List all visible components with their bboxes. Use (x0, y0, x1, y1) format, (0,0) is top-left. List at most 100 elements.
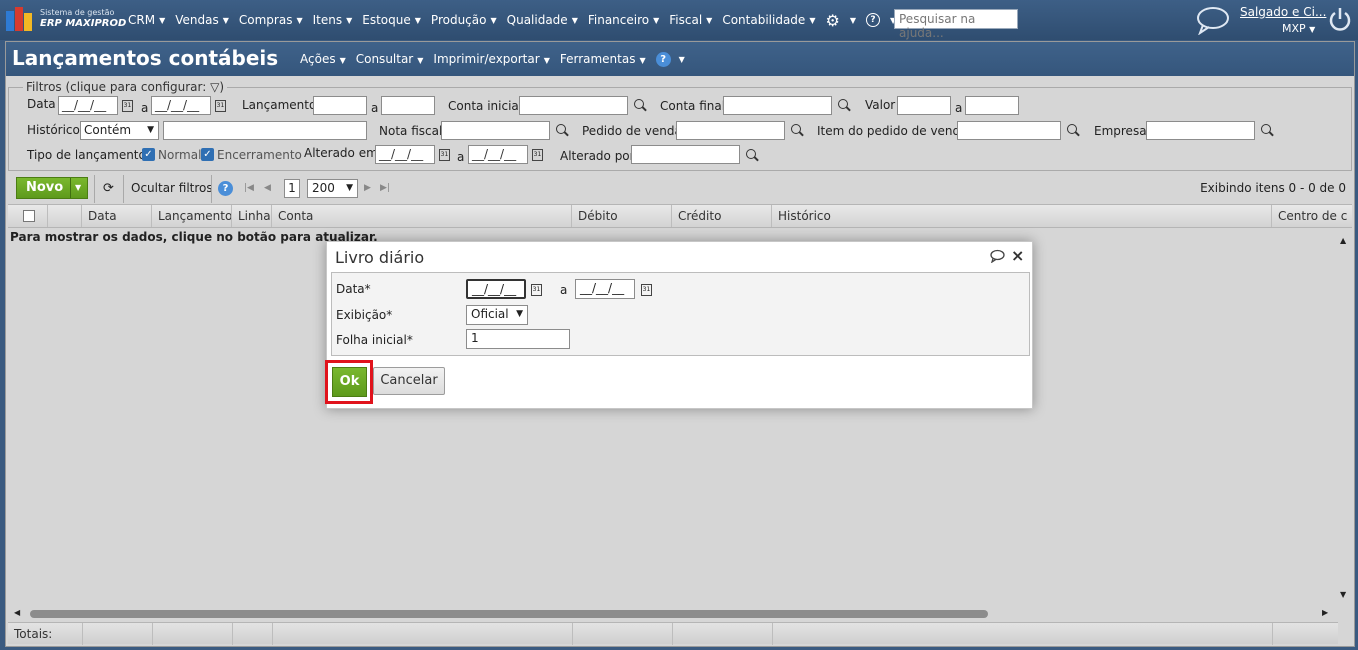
calendar-icon[interactable]: 31 (641, 284, 652, 296)
filter-tipo-normal-checkbox[interactable]: ✓ (142, 148, 155, 161)
filter-lancamento-start[interactable] (313, 96, 367, 115)
settings-menu[interactable]: ⚙ ▼ (825, 11, 856, 30)
help-menu[interactable]: ?▼ (865, 13, 896, 27)
search-icon[interactable] (838, 99, 848, 109)
ok-button[interactable]: Ok (332, 367, 367, 397)
new-button[interactable]: Novo ▼ (16, 177, 88, 199)
prev-page-icon[interactable]: ◀ (264, 183, 271, 193)
nav-compras[interactable]: Compras ▼ (239, 13, 303, 27)
nav-vendas[interactable]: Vendas ▼ (175, 13, 229, 27)
scroll-left-icon[interactable]: ◀ (14, 608, 20, 617)
dialog-data-end-input[interactable]: __/__/__ (575, 279, 635, 299)
column-conta[interactable]: Conta (272, 205, 572, 227)
filter-pedido-venda-input[interactable] (676, 121, 785, 140)
dialog-exibicao-select[interactable]: Oficial ▼ (466, 305, 528, 325)
scroll-up-icon[interactable]: ▲ (1340, 236, 1346, 245)
search-icon[interactable] (746, 149, 756, 159)
page-header: Lançamentos contábeis Ações ▼ Consultar ▼ … (6, 42, 1354, 76)
filters-legend[interactable]: Filtros (clique para configurar: ▽) (23, 80, 228, 94)
dialog-data-start-input[interactable]: __/__/__ (466, 279, 526, 299)
filter-nota-fiscal-input[interactable] (441, 121, 550, 140)
search-icon[interactable] (556, 124, 566, 134)
calendar-icon[interactable]: 31 (531, 284, 542, 296)
menu-imprimir-exportar[interactable]: Imprimir/exportar ▼ (433, 52, 549, 66)
filter-tipo-label: Tipo de lançamento (27, 148, 146, 162)
cancel-button[interactable]: Cancelar (373, 367, 445, 395)
close-icon[interactable]: × (1011, 246, 1024, 265)
maxiprod-logo-icon[interactable] (6, 7, 36, 31)
filter-funnel-icon[interactable]: ▽ (210, 80, 219, 94)
help-caret-icon[interactable]: ▼ (679, 55, 685, 64)
nav-fiscal[interactable]: Fiscal ▼ (669, 13, 712, 27)
calendar-icon[interactable]: 31 (439, 149, 450, 161)
refresh-icon[interactable]: ⟳ (103, 181, 114, 196)
search-icon[interactable] (1261, 124, 1271, 134)
totals-label: Totais: (14, 627, 53, 641)
filter-conta-inicial-input[interactable] (519, 96, 628, 115)
calendar-icon[interactable]: 31 (532, 149, 543, 161)
filter-alterado-em-end[interactable]: __/__/__ (468, 145, 528, 164)
next-page-icon[interactable]: ▶ (364, 183, 371, 193)
column-centro-custo[interactable]: Centro de c (1272, 205, 1352, 227)
column-linha[interactable]: Linha (232, 205, 272, 227)
nav-contabilidade[interactable]: Contabilidade ▼ (722, 13, 815, 27)
help-search-input[interactable]: Pesquisar na ajuda... (894, 9, 1018, 40)
nav-qualidade[interactable]: Qualidade ▼ (507, 13, 578, 27)
dialog-chat-icon[interactable] (989, 249, 1005, 263)
filter-alterado-em-start[interactable]: __/__/__ (375, 145, 435, 164)
filter-lancamento-end[interactable] (381, 96, 435, 115)
user-menu-link[interactable]: Salgado e Ci... (1240, 5, 1326, 19)
nav-financeiro[interactable]: Financeiro ▼ (588, 13, 659, 27)
filter-valor-end[interactable] (965, 96, 1019, 115)
grid-header: Data Lançamento Linha Conta Débito Crédi… (8, 204, 1352, 228)
dialog-folha-input[interactable]: 1 (466, 329, 570, 349)
filter-data-start[interactable]: __/__/__ (58, 96, 118, 115)
select-all-cell (8, 205, 48, 227)
filter-conta-final-input[interactable] (723, 96, 832, 115)
grid-help-icon[interactable]: ? (218, 181, 233, 196)
nav-itens[interactable]: Itens ▼ (313, 13, 353, 27)
filter-valor-a: a (955, 101, 963, 115)
search-icon[interactable] (791, 124, 801, 134)
nav-producao[interactable]: Produção ▼ (431, 13, 497, 27)
page-number-input[interactable]: 1 (284, 179, 300, 198)
search-icon[interactable] (634, 99, 644, 109)
filter-empresa-input[interactable] (1146, 121, 1255, 140)
filter-data-end[interactable]: __/__/__ (151, 96, 211, 115)
filters-fieldset: Filtros (clique para configurar: ▽) Data… (8, 80, 1352, 171)
scroll-down-icon[interactable]: ▼ (1340, 590, 1346, 599)
select-all-checkbox[interactable] (23, 210, 35, 222)
scrollbar-thumb[interactable] (30, 610, 988, 618)
last-page-icon[interactable]: ▶| (380, 183, 390, 193)
menu-consultar[interactable]: Consultar ▼ (356, 52, 424, 66)
filter-valor-start[interactable] (897, 96, 951, 115)
page-help-icon[interactable]: ? (655, 51, 671, 67)
filter-historico-mode-select[interactable]: Contém ▼ (80, 121, 159, 140)
nav-crm[interactable]: CRM ▼ (128, 13, 165, 27)
totals-row: Totais: (8, 622, 1338, 645)
column-data[interactable]: Data (82, 205, 152, 227)
power-icon[interactable] (1328, 6, 1352, 32)
hide-filters-button[interactable]: Ocultar filtros (131, 181, 213, 195)
column-lancamento[interactable]: Lançamento (152, 205, 232, 227)
filter-historico-input[interactable] (163, 121, 367, 140)
company-selector[interactable]: MXP ▼ (1282, 22, 1315, 35)
scroll-right-icon[interactable]: ▶ (1322, 608, 1328, 617)
filter-item-pedido-input[interactable] (957, 121, 1061, 140)
column-historico[interactable]: Histórico (772, 205, 1272, 227)
nav-estoque[interactable]: Estoque ▼ (362, 13, 421, 27)
page-size-select[interactable]: 200 ▼ (307, 179, 358, 198)
first-page-icon[interactable]: |◀ (244, 183, 254, 193)
calendar-icon[interactable]: 31 (215, 100, 226, 112)
column-credito[interactable]: Crédito (672, 205, 772, 227)
filter-tipo-encerramento-checkbox[interactable]: ✓ (201, 148, 214, 161)
ok-button-highlight: Ok (325, 360, 373, 404)
menu-acoes[interactable]: Ações ▼ (300, 52, 346, 66)
column-debito[interactable]: Débito (572, 205, 672, 227)
chat-icon[interactable] (1194, 5, 1230, 35)
horizontal-scrollbar[interactable]: ◀ ▶ (8, 608, 1338, 620)
filter-alterado-por-input[interactable] (631, 145, 740, 164)
search-icon[interactable] (1067, 124, 1077, 134)
menu-ferramentas[interactable]: Ferramentas ▼ (560, 52, 646, 66)
calendar-icon[interactable]: 31 (122, 100, 133, 112)
